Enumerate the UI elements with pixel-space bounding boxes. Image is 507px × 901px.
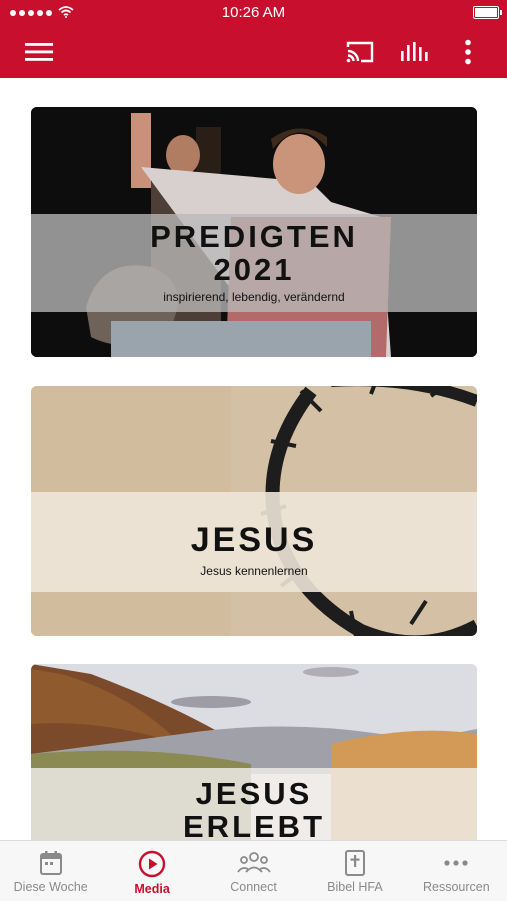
- card-title-band: JESUS Jesus kennenlernen: [31, 492, 477, 592]
- audio-bars-icon[interactable]: [398, 36, 430, 68]
- more-horizontal-icon: [444, 860, 468, 866]
- card-title: JESUS: [190, 521, 318, 559]
- calendar-icon: [39, 851, 62, 875]
- sermon-series-card-jesus[interactable]: JESUS Jesus kennenlernen: [31, 386, 477, 636]
- tab-diese-woche[interactable]: Diese Woche: [0, 841, 101, 901]
- people-icon: [236, 852, 271, 873]
- play-circle-icon: [138, 850, 166, 878]
- tab-label: Bibel HFA: [327, 880, 383, 894]
- card-title: JESUS ERLEBT: [31, 768, 477, 840]
- tab-connect[interactable]: Connect: [203, 841, 304, 901]
- card-title-line1: PREDIGTEN: [150, 219, 358, 254]
- tab-label: Connect: [230, 880, 277, 894]
- status-bar: 10:26 AM: [0, 0, 507, 26]
- card-title-line2: ERLEBT: [183, 809, 325, 840]
- card-title: PREDIGTEN 2021: [31, 214, 477, 286]
- sermon-series-card-predigten-2021[interactable]: PREDIGTEN 2021 inspirierend, lebendig, v…: [31, 107, 477, 357]
- tab-bibel-hfa[interactable]: Bibel HFA: [304, 841, 405, 901]
- sermon-series-card-jesus-erlebt[interactable]: JESUS ERLEBT: [31, 664, 477, 840]
- card-title-band: JESUS ERLEBT: [31, 768, 477, 840]
- battery-icon: [473, 6, 502, 19]
- tab-label: Ressourcen: [422, 880, 490, 894]
- bottom-tab-bar: Diese Woche Media Connect Bibel HFA Ress…: [0, 840, 507, 901]
- media-list[interactable]: PREDIGTEN 2021 inspirierend, lebendig, v…: [0, 78, 507, 840]
- card-subtitle: inspirierend, lebendig, verändernd: [163, 290, 345, 304]
- bible-icon: [344, 850, 365, 876]
- card-subtitle: Jesus kennenlernen: [200, 564, 308, 578]
- card-title-line1: JESUS: [195, 776, 313, 811]
- tab-media[interactable]: Media: [101, 841, 202, 901]
- tab-label: Diese Woche: [13, 880, 88, 894]
- tab-ressourcen[interactable]: Ressourcen: [406, 841, 507, 901]
- more-vertical-icon[interactable]: [452, 36, 484, 68]
- hamburger-menu-icon[interactable]: [23, 36, 55, 68]
- status-time: 10:26 AM: [221, 4, 286, 21]
- card-title-line2: 2021: [213, 252, 295, 287]
- tab-label: Media: [134, 882, 170, 896]
- app-bar: [0, 26, 507, 78]
- card-title-band: PREDIGTEN 2021 inspirierend, lebendig, v…: [31, 214, 477, 312]
- cast-icon[interactable]: [344, 36, 376, 68]
